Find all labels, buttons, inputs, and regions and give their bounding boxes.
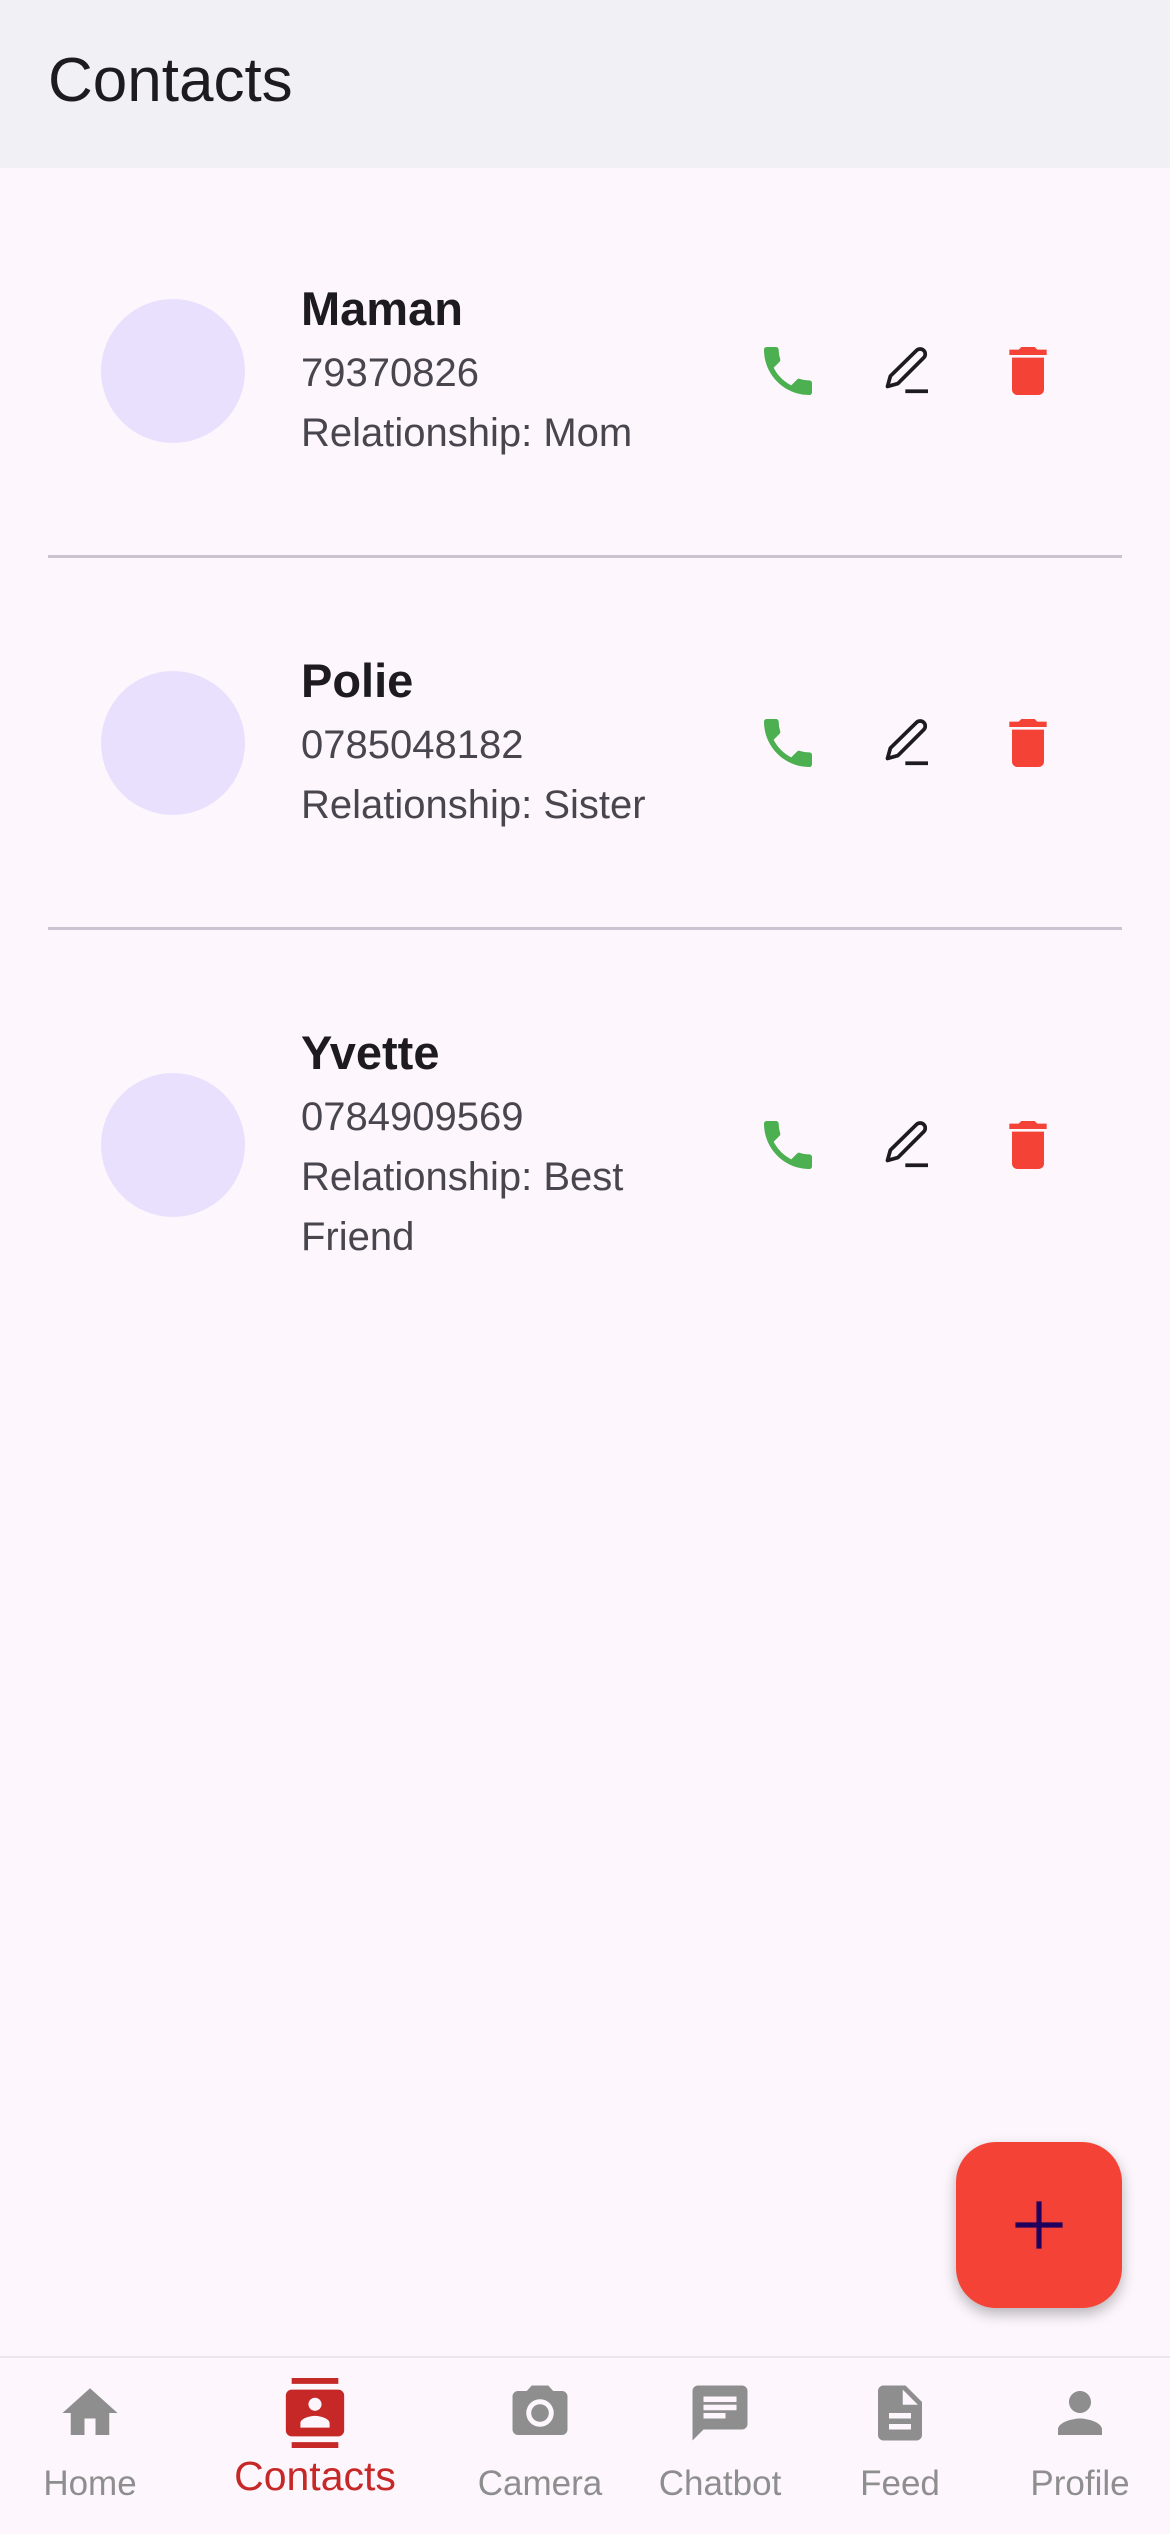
- divider: [48, 927, 1122, 930]
- home-icon: [62, 2388, 118, 2435]
- call-button[interactable]: [752, 335, 824, 407]
- nav-item-chatbot[interactable]: Chatbot: [630, 2358, 810, 2534]
- nav-label: Chatbot: [658, 2464, 782, 2503]
- avatar: [101, 671, 245, 815]
- contact-phone: 0784909569: [301, 1095, 524, 1139]
- nav-label: Home: [43, 2464, 137, 2503]
- trash-icon: [1009, 347, 1047, 395]
- pencil-icon: [885, 1121, 928, 1168]
- contact-relationship-continued: Friend: [301, 1215, 415, 1259]
- page-title: Contacts: [48, 46, 293, 115]
- camera-icon: [512, 2385, 568, 2435]
- divider: [48, 555, 1122, 558]
- add-contact-button[interactable]: [956, 2142, 1122, 2308]
- pencil-icon: [885, 719, 928, 766]
- edit-button[interactable]: [872, 1109, 944, 1181]
- contacts-icon: [285, 2378, 345, 2448]
- phone-icon: [764, 1121, 812, 1169]
- nav-label: Feed: [860, 2464, 940, 2503]
- edit-button[interactable]: [872, 707, 944, 779]
- nav-item-home[interactable]: Home: [0, 2358, 180, 2534]
- avatar: [101, 299, 245, 443]
- contact-name: Maman: [301, 282, 463, 335]
- edit-button[interactable]: [872, 335, 944, 407]
- pencil-icon: [885, 347, 928, 394]
- trash-icon: [1009, 719, 1047, 767]
- avatar: [101, 1073, 245, 1217]
- contact-phone: 0785048182: [301, 723, 524, 767]
- bottom-navigation: Home Contacts Camera Chatbot Feed Profil…: [0, 2356, 1170, 2534]
- delete-button[interactable]: [992, 707, 1064, 779]
- nav-label: Profile: [1030, 2464, 1130, 2503]
- contact-relationship: Relationship: Best: [301, 1155, 624, 1199]
- nav-item-feed[interactable]: Feed: [810, 2358, 990, 2534]
- delete-button[interactable]: [992, 1109, 1064, 1181]
- call-button[interactable]: [752, 1109, 824, 1181]
- trash-icon: [1009, 1121, 1047, 1169]
- contact-relationship: Relationship: Sister: [301, 783, 646, 827]
- person-icon: [1058, 2391, 1102, 2435]
- nav-label: Contacts: [234, 2453, 396, 2499]
- contact-name: Polie: [301, 654, 414, 707]
- nav-item-camera[interactable]: Camera: [450, 2358, 630, 2534]
- chat-icon: [692, 2385, 748, 2441]
- nav-label: Camera: [477, 2464, 603, 2503]
- phone-icon: [764, 347, 812, 395]
- delete-button[interactable]: [992, 335, 1064, 407]
- document-icon: [878, 2385, 922, 2441]
- plus-icon: [1015, 2201, 1063, 2249]
- call-button[interactable]: [752, 707, 824, 779]
- contact-relationship: Relationship: Mom: [301, 411, 633, 455]
- app-bar: Contacts: [0, 0, 1170, 168]
- contact-phone: 79370826: [301, 351, 479, 395]
- nav-item-contacts[interactable]: Contacts: [225, 2358, 405, 2534]
- nav-item-profile[interactable]: Profile: [990, 2358, 1170, 2534]
- contact-name: Yvette: [301, 1026, 440, 1079]
- phone-icon: [764, 719, 812, 767]
